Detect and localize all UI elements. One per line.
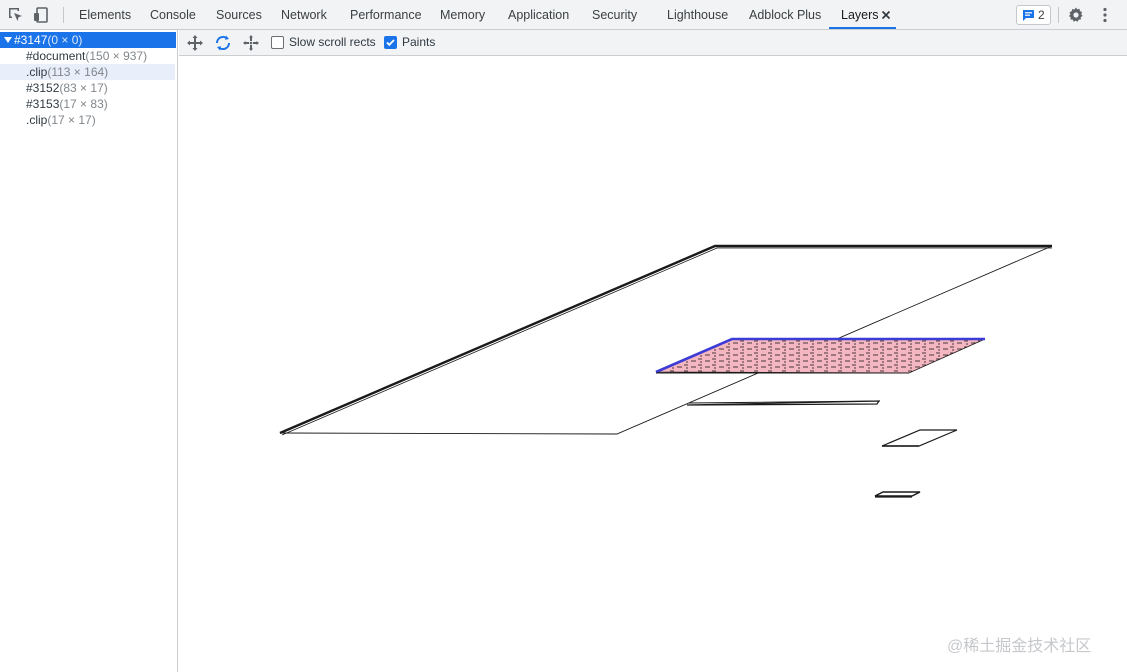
tab-console[interactable]: Console (150, 0, 196, 30)
toolbar-divider (1058, 7, 1059, 23)
layer-size: (0 × 0) (47, 33, 83, 47)
layers-3d-canvas[interactable] (179, 57, 1127, 672)
layer-tree-item[interactable]: #document(150 × 937) (0, 48, 176, 64)
layer-name: #3147 (14, 33, 48, 47)
layer-name: #3152 (26, 81, 60, 95)
layer-size: (113 × 164) (47, 65, 109, 79)
tab-network[interactable]: Network (281, 0, 327, 30)
message-icon (1022, 9, 1035, 25)
close-tab-icon[interactable] (880, 9, 892, 21)
layer-name: .clip (26, 65, 48, 79)
gear-icon[interactable] (1067, 6, 1085, 24)
tab-elements[interactable]: Elements (79, 0, 131, 30)
tab-security[interactable]: Security (592, 0, 637, 30)
layer-tree-item[interactable]: #3152(83 × 17) (0, 80, 176, 96)
tab-layers[interactable]: Layers (841, 0, 879, 30)
layer-tree-item[interactable]: #3153(17 × 83) (0, 96, 176, 112)
devtools-tabbar: Elements Console Sources Network Perform… (0, 0, 1127, 30)
slow-scroll-rects-checkbox[interactable] (271, 36, 284, 49)
expand-triangle-icon[interactable] (4, 37, 12, 44)
slow-scroll-rects-label[interactable]: Slow scroll rects (289, 35, 376, 49)
pan-mode-icon[interactable] (186, 34, 204, 52)
tab-application[interactable]: Application (508, 0, 569, 30)
layer-tree-panel: #3147(0 × 0) #document(150 × 937) .clip(… (0, 30, 178, 672)
more-options-icon[interactable] (1096, 6, 1114, 24)
watermark: @稀土掘金技术社区 (947, 638, 1092, 655)
paints-label[interactable]: Paints (402, 35, 435, 49)
layer-tree-item[interactable]: #3147(0 × 0) (0, 32, 176, 48)
layer-size: (17 × 17) (47, 113, 96, 127)
inspect-element-icon[interactable] (7, 6, 25, 24)
rotate-mode-icon[interactable] (214, 34, 232, 52)
layer-name: .clip (26, 113, 48, 127)
reset-transform-icon[interactable] (242, 34, 260, 52)
active-tab-indicator (829, 27, 896, 29)
layers-3d-viewport[interactable] (179, 57, 1127, 672)
layer-size: (83 × 17) (59, 81, 108, 95)
tab-lighthouse[interactable]: Lighthouse (667, 0, 728, 30)
layer-tree-item[interactable]: .clip(113 × 164) (0, 64, 175, 80)
clip-layer-small[interactable] (874, 491, 921, 498)
toolbar-divider (63, 7, 64, 23)
paints-checkbox[interactable] (384, 36, 397, 49)
tab-sources[interactable]: Sources (216, 0, 262, 30)
layer-3153[interactable] (881, 429, 958, 447)
layer-name: #3153 (26, 97, 60, 111)
device-toolbar-icon[interactable] (32, 6, 50, 24)
issues-button[interactable]: 2 (1016, 5, 1051, 25)
layer-tree-item[interactable]: .clip(17 × 17) (0, 112, 176, 128)
layer-name: #document (26, 49, 86, 63)
tab-memory[interactable]: Memory (440, 0, 485, 30)
layers-toolbar: Slow scroll rects Paints (179, 30, 1127, 56)
tab-adblock-plus[interactable]: Adblock Plus (749, 0, 821, 30)
layer-size: (150 × 937) (85, 49, 148, 63)
layer-3152[interactable] (686, 400, 881, 406)
tab-performance[interactable]: Performance (350, 0, 422, 30)
issues-count: 2 (1038, 8, 1045, 22)
layer-size: (17 × 83) (59, 97, 108, 111)
